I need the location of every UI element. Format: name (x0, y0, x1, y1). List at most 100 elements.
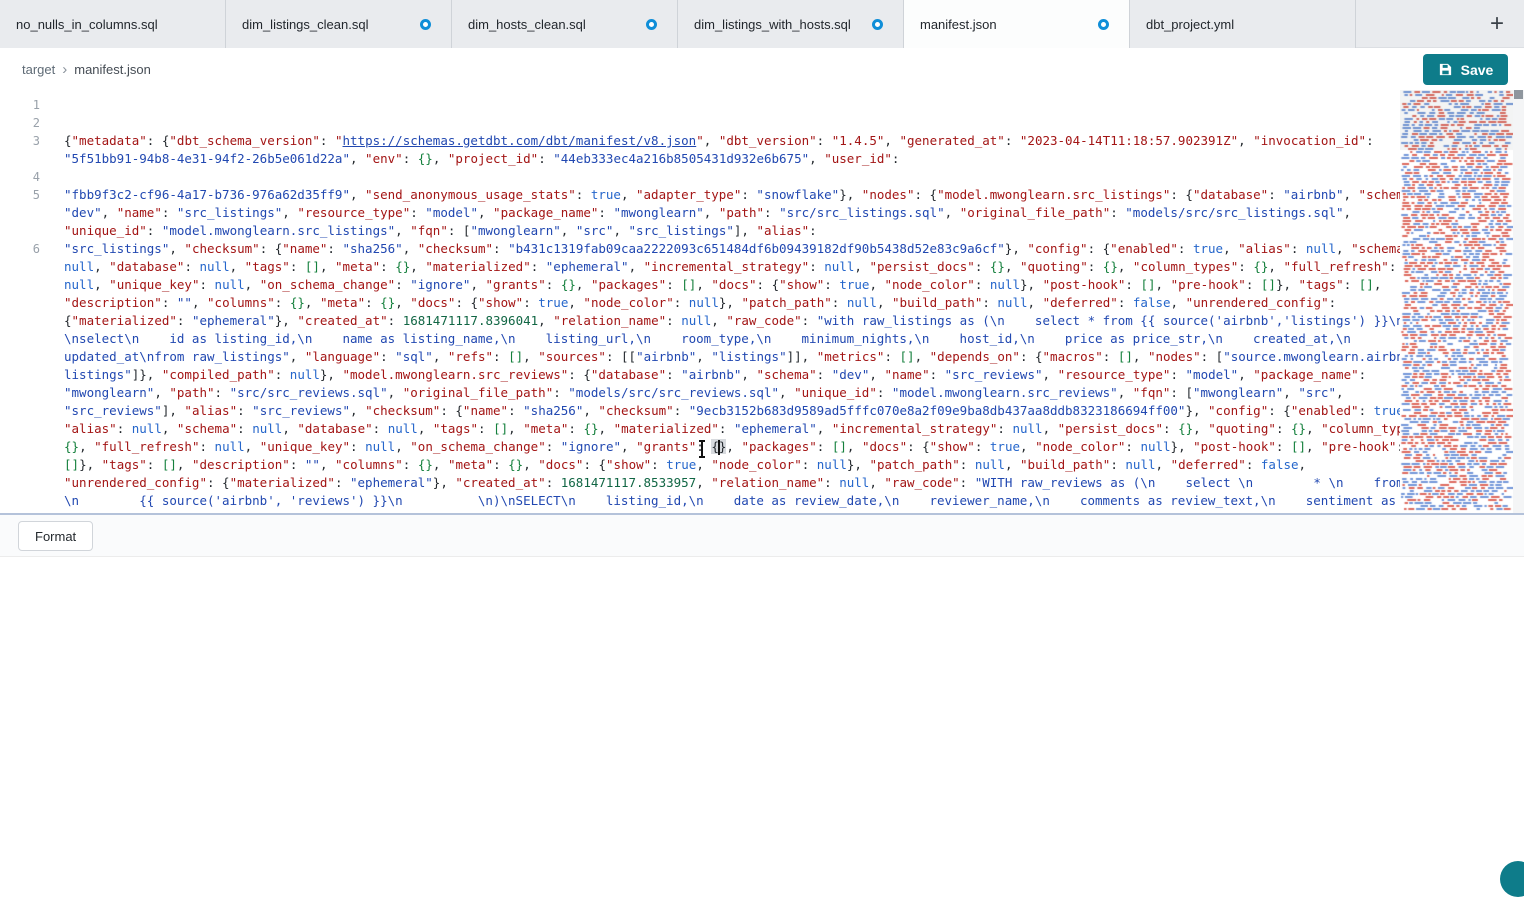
code-line-text: listings"]}, "compiled_path": null}, "mo… (40, 366, 1366, 384)
line-number (0, 366, 40, 384)
results-panel (0, 558, 1524, 875)
line-number (0, 204, 40, 222)
line-number (0, 348, 40, 366)
code-line-text (40, 96, 64, 114)
code-row[interactable]: listings"]}, "compiled_path": null}, "mo… (0, 366, 1400, 384)
code-line-text: "fbb9f3c2-cf96-4a17-b736-976a62d35ff9", … (40, 186, 1400, 204)
code-row[interactable]: "mwonglearn", "path": "src/src_reviews.s… (0, 384, 1400, 402)
format-button[interactable]: Format (18, 521, 93, 551)
line-number (0, 456, 40, 474)
line-number: 2 (0, 114, 40, 132)
file-header-bar: target › manifest.json Save (0, 48, 1524, 90)
code-line-text: updated_at\nfrom raw_listings", "languag… (40, 348, 1400, 366)
tab-manifest-json[interactable]: manifest.json (904, 0, 1130, 48)
code-line-text: "5f51bb91-94b8-4e31-94f2-26b5e061d22a", … (40, 150, 899, 168)
help-fab-button[interactable] (1500, 861, 1524, 897)
tab-label: no_nulls_in_columns.sql (16, 17, 205, 32)
minimap[interactable] (1400, 90, 1513, 513)
code-line-text: []}, "tags": [], "description": "", "col… (40, 456, 1306, 474)
code-line-text: {"materialized": "ephemeral"}, "created_… (40, 312, 1400, 330)
code-row[interactable]: 5"fbb9f3c2-cf96-4a17-b736-976a62d35ff9",… (0, 186, 1400, 204)
tab-no-nulls-in-columns-sql[interactable]: no_nulls_in_columns.sql (0, 0, 226, 48)
line-number: 6 (0, 240, 40, 258)
code-line-text: "dev", "name": "src_listings", "resource… (40, 204, 1351, 222)
code-row[interactable]: "unique_id": "model.mwonglearn.src_listi… (0, 222, 1400, 240)
new-tab-button[interactable]: + (1484, 10, 1510, 38)
line-number (0, 402, 40, 420)
breadcrumb: target › manifest.json (22, 61, 151, 78)
code-line-text: "description": "", "columns": {}, "meta"… (40, 294, 1336, 312)
code-row[interactable]: "unrendered_config": {"materialized": "e… (0, 474, 1400, 492)
tab-label: dbt_project.yml (1146, 17, 1335, 32)
unsaved-changes-dot-icon[interactable] (646, 19, 657, 30)
line-number (0, 492, 40, 510)
unsaved-changes-dot-icon[interactable] (420, 19, 431, 30)
code-line-text: {}, "full_refresh": null, "unique_key": … (40, 438, 1400, 456)
line-number (0, 258, 40, 276)
code-row[interactable]: 3{"metadata": {"dbt_schema_version": "ht… (0, 132, 1400, 150)
code-row[interactable]: "alias": null, "schema": null, "database… (0, 420, 1400, 438)
line-number (0, 438, 40, 456)
code-row[interactable]: updated_at\nfrom raw_listings", "languag… (0, 348, 1400, 366)
scrollbar-thumb[interactable] (1514, 90, 1523, 99)
code-row[interactable]: "5f51bb91-94b8-4e31-94f2-26b5e061d22a", … (0, 150, 1400, 168)
tab-label: dim_listings_clean.sql (242, 17, 412, 32)
tab-dbt-project-yml[interactable]: dbt_project.yml (1130, 0, 1356, 48)
save-floppy-icon (1438, 62, 1453, 77)
code-line-text: \n {{ source('airbnb', 'reviews') }}\n \… (40, 492, 1396, 510)
line-number (0, 294, 40, 312)
line-number (0, 222, 40, 240)
code-row[interactable]: "src_reviews"], "alias": "src_reviews", … (0, 402, 1400, 420)
code-row[interactable]: 1 (0, 96, 1400, 114)
code-line-text (40, 168, 64, 186)
text-cursor-pointer-icon (701, 442, 703, 456)
tab-label: dim_listings_with_hosts.sql (694, 17, 864, 32)
code-line-text: null, "unique_key": null, "on_schema_cha… (40, 276, 1381, 294)
code-row[interactable]: \nselect\n id as listing_id,\n name as l… (0, 330, 1400, 348)
line-number (0, 150, 40, 168)
code-line-text: "src_listings", "checksum": {"name": "sh… (40, 240, 1400, 258)
code-line-text: "unique_id": "model.mwonglearn.src_listi… (40, 222, 817, 240)
line-number (0, 420, 40, 438)
line-number (0, 312, 40, 330)
line-number: 1 (0, 96, 40, 114)
code-row[interactable]: "dev", "name": "src_listings", "resource… (0, 204, 1400, 222)
code-row[interactable]: {"materialized": "ephemeral"}, "created_… (0, 312, 1400, 330)
tab-bar: no_nulls_in_columns.sql dim_listings_clea… (0, 0, 1524, 48)
code-row[interactable]: []}, "tags": [], "description": "", "col… (0, 456, 1400, 474)
code-line-text: null, "database": null, "tags": [], "met… (40, 258, 1396, 276)
results-toolbar: Format (0, 515, 1524, 557)
breadcrumb-separator-icon: › (62, 61, 67, 78)
code-row[interactable]: null, "database": null, "tags": [], "met… (0, 258, 1400, 276)
line-number (0, 474, 40, 492)
code-line-text: {"metadata": {"dbt_schema_version": "htt… (40, 132, 1374, 150)
code-line-text: "alias": null, "schema": null, "database… (40, 420, 1400, 438)
save-button[interactable]: Save (1423, 54, 1508, 85)
line-number: 5 (0, 186, 40, 204)
code-line-text: "mwonglearn", "path": "src/src_reviews.s… (40, 384, 1344, 402)
tab-label: dim_hosts_clean.sql (468, 17, 638, 32)
unsaved-changes-dot-icon[interactable] (1098, 19, 1109, 30)
tab-dim-listings-with-hosts-sql[interactable]: dim_listings_with_hosts.sql (678, 0, 904, 48)
line-number (0, 276, 40, 294)
code-row[interactable]: \n {{ source('airbnb', 'reviews') }}\n \… (0, 492, 1400, 510)
code-row[interactable]: 4 (0, 168, 1400, 186)
line-number (0, 384, 40, 402)
code-row[interactable]: 6"src_listings", "checksum": {"name": "s… (0, 240, 1400, 258)
code-row[interactable]: "description": "", "columns": {}, "meta"… (0, 294, 1400, 312)
tab-dim-listings-clean-sql[interactable]: dim_listings_clean.sql (226, 0, 452, 48)
vertical-scrollbar[interactable] (1513, 90, 1524, 513)
unsaved-changes-dot-icon[interactable] (872, 19, 883, 30)
code-line-text (40, 114, 64, 132)
tab-label: manifest.json (920, 17, 1090, 32)
line-number: 3 (0, 132, 40, 150)
code-line-text: "unrendered_config": {"materialized": "e… (40, 474, 1400, 492)
code-editor[interactable]: 123{"metadata": {"dbt_schema_version": "… (0, 90, 1400, 513)
line-number (0, 330, 40, 348)
code-row[interactable]: null, "unique_key": null, "on_schema_cha… (0, 276, 1400, 294)
tab-dim-hosts-clean-sql[interactable]: dim_hosts_clean.sql (452, 0, 678, 48)
breadcrumb-leaf: manifest.json (74, 62, 151, 77)
code-row[interactable]: 2 (0, 114, 1400, 132)
breadcrumb-root: target (22, 62, 55, 77)
code-line-text: "src_reviews"], "alias": "src_reviews", … (40, 402, 1400, 420)
